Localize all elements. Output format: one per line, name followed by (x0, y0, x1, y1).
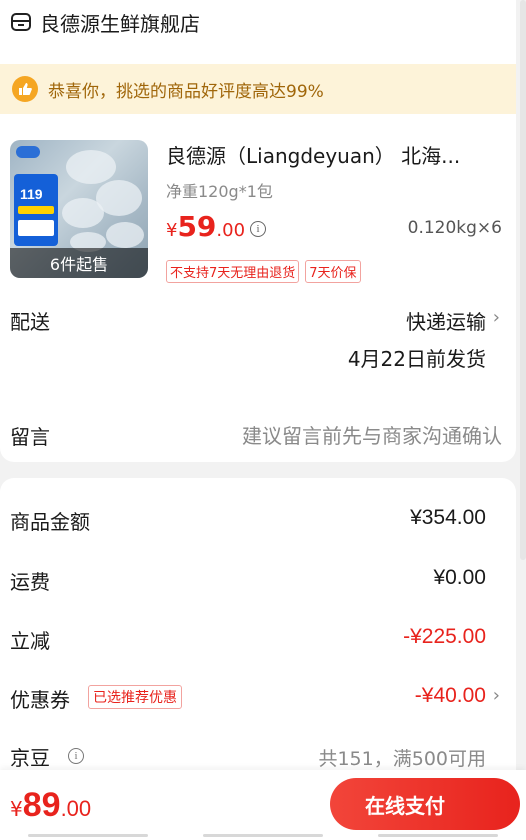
coupon-chevron-right-icon[interactable]: › (493, 685, 500, 706)
product-tags: 不支持7天无理由退货 7天价保 (166, 260, 361, 283)
total-price: ¥ 89 .00 (10, 786, 92, 824)
jd-bean-detail: 共151，满500可用 (318, 748, 486, 770)
coupon-value[interactable]: -¥40.00 (415, 684, 486, 708)
store-icon (11, 13, 31, 31)
jd-bean-label: 京豆 (10, 746, 50, 770)
delivery-label: 配送 (10, 310, 50, 334)
bottom-pay-bar: ¥ 89 .00 在线支付 (0, 770, 526, 840)
goods-amount-label: 商品金额 (10, 510, 90, 534)
order-card: 良德源生鲜旗舰店 恭喜你，挑选的商品好评度高达99% 119 6件起售 良德源（… (0, 0, 516, 462)
product-spec: 净重120g*1包 (166, 182, 273, 201)
goods-amount-value: ¥354.00 (410, 506, 486, 529)
message-label: 留言 (10, 425, 50, 449)
online-pay-button[interactable]: 在线支付 (330, 778, 520, 830)
product-image[interactable]: 119 6件起售 (10, 140, 148, 278)
freight-value: ¥0.00 (433, 566, 486, 589)
discount-value: -¥225.00 (403, 625, 486, 648)
tag-price-protect: 7天价保 (305, 260, 361, 283)
jd-bean-info-icon[interactable]: i (68, 748, 84, 764)
product-weight-qty: 0.120kg×6 (407, 218, 502, 238)
praise-banner: 恭喜你，挑选的商品好评度高达99% (0, 64, 516, 114)
ship-date: 4月22日前发货 (347, 347, 486, 371)
coupon-label: 优惠券 (10, 688, 70, 712)
banner-text: 恭喜你，挑选的商品好评度高达99% (48, 81, 324, 102)
freight-label: 运费 (10, 570, 50, 594)
scrollbar[interactable] (520, 0, 526, 560)
image-badge: 119 (14, 174, 58, 246)
brand-logo (16, 146, 40, 158)
product-title[interactable]: 良德源（Liangdeyuan） 北海... (166, 140, 506, 169)
product-price: ¥ 59 .00 (166, 210, 246, 243)
store-name: 良德源生鲜旗舰店 (40, 11, 200, 36)
delivery-chevron-right-icon[interactable]: › (493, 307, 500, 328)
tag-no-return: 不支持7天无理由退货 (166, 260, 300, 283)
coupon-recommend-tag: 已选推荐优惠 (88, 685, 182, 709)
message-input[interactable]: 建议留言前先与商家沟通确认 (242, 420, 502, 449)
thumbs-up-icon (12, 76, 38, 102)
image-badge-number: 119 (20, 186, 43, 202)
delivery-method[interactable]: 快递运输 (406, 306, 486, 335)
gesture-bar (0, 834, 526, 838)
store-row[interactable]: 良德源生鲜旗舰店 (10, 8, 200, 36)
price-info-icon[interactable]: i (250, 221, 266, 237)
min-order-caption: 6件起售 (10, 248, 148, 278)
discount-label: 立减 (10, 629, 50, 653)
